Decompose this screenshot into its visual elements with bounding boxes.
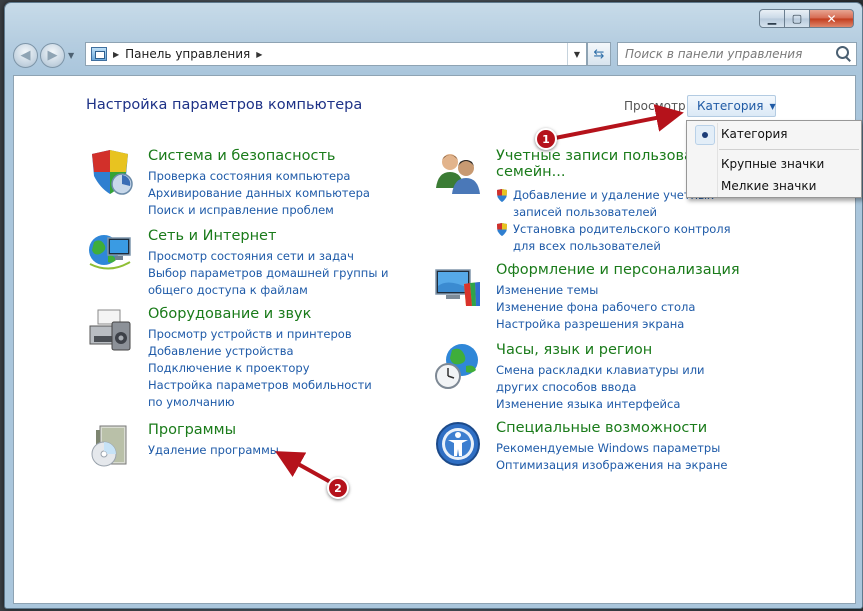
menu-item-small-icons[interactable]: Мелкие значки [721, 179, 816, 193]
category-links: Рекомендуемые Windows параметры Оптимиза… [496, 440, 727, 474]
task-link[interactable]: Архивирование данных компьютера [148, 185, 370, 202]
caption-buttons: ▁ ▢ ✕ [759, 9, 854, 28]
control-panel-icon [91, 47, 107, 61]
task-link[interactable]: Оптимизация изображения на экране [496, 457, 727, 474]
task-link[interactable]: Изменение темы [496, 282, 695, 299]
task-link[interactable]: Установка родительского контроля для все… [496, 221, 756, 255]
breadcrumb-chevron-icon[interactable]: ▶ [113, 50, 119, 59]
menu-item-large-icons[interactable]: Крупные значки [721, 157, 824, 171]
category-links: Просмотр состояния сети и задач Выбор па… [148, 248, 428, 299]
refresh-button[interactable]: ⇆ [587, 42, 611, 66]
task-link[interactable]: Изменение языка интерфейса [496, 396, 736, 413]
category-links: Удаление программы [148, 442, 279, 459]
category-title[interactable]: Часы, язык и регион [496, 342, 652, 358]
menu-gutter [717, 123, 718, 197]
personalization-icon [435, 269, 480, 306]
minimize-button[interactable]: ▁ [759, 9, 785, 28]
programs-icon [91, 425, 127, 467]
category-title[interactable]: Специальные возможности [496, 420, 707, 436]
view-mode-button[interactable]: Категория ▼ [687, 95, 776, 117]
menu-item-category[interactable]: Категория [721, 127, 788, 141]
accessibility-icon [436, 422, 480, 466]
view-mode-value: Категория [697, 99, 764, 113]
task-link-text: Установка родительского контроля для все… [513, 222, 731, 253]
close-button[interactable]: ✕ [810, 9, 854, 28]
breadcrumb-item[interactable]: Панель управления [125, 47, 250, 61]
control-panel-window: ▁ ▢ ✕ ◀ ▶ ▼ ▶ Панель управления ▶ ▼ ⇆ На… [4, 2, 863, 609]
search-icon[interactable] [833, 44, 853, 64]
task-link[interactable]: Поиск и исправление проблем [148, 202, 370, 219]
shield-icon [92, 150, 133, 195]
category-links: Просмотр устройств и принтеров Добавлени… [148, 326, 388, 411]
category-title[interactable]: Оборудование и звук [148, 306, 311, 322]
task-link[interactable]: Рекомендуемые Windows параметры [496, 440, 727, 457]
forward-arrow-icon: ▶ [47, 47, 58, 63]
category-title-line1: Учетные записи пользоват [496, 148, 702, 164]
breadcrumb-chevron-icon[interactable]: ▶ [256, 50, 262, 59]
task-link[interactable]: Добавление устройства [148, 343, 388, 360]
task-link[interactable]: Подключение к проектору [148, 360, 388, 377]
task-link[interactable]: Настройка параметров мобильности по умол… [148, 377, 388, 411]
category-links: Изменение темы Изменение фона рабочего с… [496, 282, 695, 333]
recent-pages-dropdown-icon[interactable]: ▼ [68, 51, 74, 60]
task-link[interactable]: Выбор параметров домашней группы и общег… [148, 265, 428, 299]
task-link[interactable]: Смена раскладки клавиатуры или других сп… [496, 362, 736, 396]
task-link[interactable]: Проверка состояния компьютера [148, 168, 370, 185]
category-title-line2: семейн... [496, 164, 566, 180]
annotation-badge-2: 2 [327, 477, 349, 499]
chevron-down-icon: ▼ [769, 101, 776, 111]
view-mode-menu: Категория Крупные значки Мелкие значки [686, 120, 862, 198]
printer-icon [89, 309, 131, 351]
back-arrow-icon: ◀ [20, 47, 31, 63]
network-globe-icon [89, 235, 131, 270]
task-link-text: Добавление и удаление учетных записей по… [513, 188, 714, 219]
search-input[interactable] [625, 44, 833, 64]
uninstall-program-link[interactable]: Удаление программы [148, 442, 279, 459]
task-link[interactable]: Просмотр устройств и принтеров [148, 326, 388, 343]
address-dropdown-icon[interactable]: ▼ [567, 43, 586, 65]
category-links: Проверка состояния компьютера Архивирова… [148, 168, 370, 219]
menu-divider [719, 149, 859, 150]
category-title[interactable]: Оформление и персонализация [496, 262, 740, 278]
refresh-icon: ⇆ [593, 46, 605, 62]
annotation-badge-1: 1 [535, 128, 557, 150]
navigation-bar: ◀ ▶ ▼ ▶ Панель управления ▶ ▼ ⇆ [13, 41, 857, 69]
page-title: Настройка параметров компьютера [86, 97, 363, 113]
content-pane: Настройка параметров компьютера Просмотр… [13, 75, 862, 604]
view-label: Просмотр: [624, 99, 690, 113]
forward-button[interactable]: ▶ [40, 42, 65, 68]
task-link[interactable]: Настройка разрешения экрана [496, 316, 695, 333]
clock-globe-icon [435, 344, 478, 389]
users-icon [436, 154, 480, 194]
category-links: Смена раскладки клавиатуры или других сп… [496, 362, 736, 413]
search-box[interactable] [617, 42, 857, 66]
task-link[interactable]: Просмотр состояния сети и задач [148, 248, 428, 265]
category-title[interactable]: Учетные записи пользоват семейн... [496, 148, 701, 180]
uac-shield-icon [497, 223, 507, 236]
task-link[interactable]: Изменение фона рабочего стола [496, 299, 695, 316]
nav-buttons: ◀ ▶ ▼ [13, 42, 83, 68]
selected-radio-icon [695, 125, 715, 145]
back-button[interactable]: ◀ [13, 42, 38, 68]
category-title[interactable]: Программы [148, 422, 236, 438]
maximize-button[interactable]: ▢ [785, 9, 810, 28]
uac-shield-icon [497, 189, 507, 202]
address-bar[interactable]: ▶ Панель управления ▶ ▼ [85, 42, 587, 66]
category-title[interactable]: Система и безопасность [148, 148, 335, 164]
category-title[interactable]: Сеть и Интернет [148, 228, 276, 244]
